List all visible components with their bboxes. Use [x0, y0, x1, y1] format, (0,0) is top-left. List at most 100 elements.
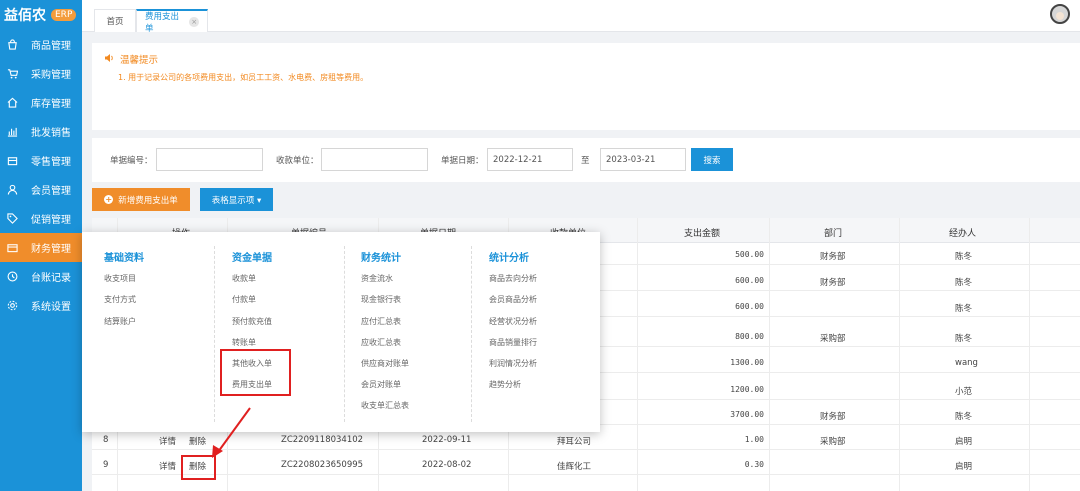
doc-no-cell: ZC2209118034102: [281, 435, 364, 445]
menu-item[interactable]: 应付汇总表: [361, 316, 401, 327]
tab-label: 首页: [106, 17, 124, 27]
handler-cell: 陈冬: [955, 334, 973, 344]
dept-cell: 财务部: [820, 252, 846, 262]
dept-cell: 采购部: [820, 437, 846, 447]
tab-label: 费用支出单: [145, 11, 180, 34]
detail-link[interactable]: 详情: [159, 435, 176, 447]
menu-item[interactable]: 付款单: [232, 294, 256, 305]
avatar[interactable]: [1050, 4, 1070, 24]
dept-cell: 财务部: [820, 412, 846, 422]
menu-item[interactable]: 现金银行表: [361, 294, 401, 305]
detail-link[interactable]: 详情: [159, 460, 176, 472]
menu-item[interactable]: 会员商品分析: [489, 294, 537, 305]
menu-item[interactable]: 资金流水: [361, 273, 393, 284]
sidebar-item-settings[interactable]: 系统设置: [0, 291, 82, 320]
to-label: 至: [581, 156, 590, 166]
handler-cell: 启明: [955, 462, 973, 472]
dept-cell: 财务部: [820, 278, 846, 288]
menu-item[interactable]: 结算账户: [104, 316, 136, 327]
date-label: 单据日期：: [441, 156, 484, 166]
tip-title: 温馨提示: [120, 55, 159, 66]
sidebar-item-wholesale[interactable]: 批发销售: [0, 117, 82, 146]
menu-item[interactable]: 收支项目: [104, 273, 136, 284]
search-panel: 单据编号： 收款单位： 单据日期： 至 搜索: [92, 138, 1080, 182]
tab-home[interactable]: 首页: [94, 9, 136, 32]
tip-panel: 温馨提示 1. 用于记录公司的各项费用支出，如员工工资、水电费、房租等费用。: [92, 43, 1080, 130]
sidebar-item-label: 批发销售: [31, 128, 71, 139]
doc-no-input[interactable]: [156, 148, 263, 171]
sidebar-item-label: 会员管理: [31, 186, 71, 197]
menu-item[interactable]: 经营状况分析: [489, 316, 537, 327]
menu-column-title: 基础资料: [104, 253, 144, 264]
menu-item[interactable]: 供应商对账单: [361, 358, 409, 369]
sidebar-item-purchase[interactable]: 采购管理: [0, 59, 82, 88]
date-from-input[interactable]: [487, 148, 573, 171]
sidebar-item-finance[interactable]: 财务管理: [0, 233, 82, 262]
menu-item[interactable]: 商品销量排行: [489, 337, 537, 348]
tag-icon: [6, 213, 18, 225]
handler-cell: 启明: [955, 437, 973, 447]
gear-icon: [6, 300, 18, 312]
handler-cell: 陈冬: [955, 304, 973, 314]
menu-item[interactable]: 利润情况分析: [489, 358, 537, 369]
highlight-box-menu: [220, 349, 291, 396]
bag-icon: [6, 39, 18, 51]
add-expense-button[interactable]: + 新增费用支出单: [92, 188, 190, 211]
chart-icon: [6, 126, 18, 138]
sidebar-item-inventory[interactable]: 库存管理: [0, 88, 82, 117]
handler-cell: 陈冬: [955, 252, 973, 262]
index-cell: 8: [103, 435, 109, 445]
menu-item[interactable]: 收款单: [232, 273, 256, 284]
sidebar-item-goods[interactable]: 商品管理: [0, 30, 82, 59]
amount-cell: 1300.00: [730, 358, 764, 367]
close-icon[interactable]: ×: [189, 16, 199, 27]
payee-label: 收款单位：: [276, 156, 319, 166]
amount-cell: 500.00: [735, 250, 764, 259]
sidebar-item-ledger[interactable]: 台账记录: [0, 262, 82, 291]
payee-input[interactable]: [321, 148, 428, 171]
doc-no-cell: ZC2208023650995: [281, 460, 364, 470]
doc-no-label: 单据编号：: [110, 156, 153, 166]
menu-column-title: 统计分析: [489, 253, 529, 264]
date-to-input[interactable]: [600, 148, 686, 171]
tip-header: 温馨提示: [104, 52, 158, 66]
menu-item[interactable]: 支付方式: [104, 294, 136, 305]
menu-item[interactable]: 转账单: [232, 337, 256, 348]
menu-column-title: 资金单据: [232, 253, 272, 264]
sidebar: 益佰农 ERP 商品管理 采购管理 库存管理 批发销售 零售管理 会员管理 促销…: [0, 0, 82, 491]
sidebar-item-label: 商品管理: [31, 41, 71, 52]
sidebar-item-label: 财务管理: [31, 244, 71, 255]
sidebar-item-retail[interactable]: 零售管理: [0, 146, 82, 175]
handler-cell: 小范: [955, 387, 973, 397]
date-cell: 2022-09-11: [422, 435, 472, 445]
menu-item[interactable]: 商品去向分析: [489, 273, 537, 284]
menu-item[interactable]: 预付款充值: [232, 316, 272, 327]
sidebar-item-label: 采购管理: [31, 70, 71, 81]
search-button[interactable]: 搜索: [691, 148, 733, 171]
tab-expense-order[interactable]: 费用支出单 ×: [136, 9, 208, 34]
payee-cell: 佳辉化工: [557, 462, 592, 472]
app-name: 益佰农: [4, 8, 46, 24]
menu-item[interactable]: 应收汇总表: [361, 337, 401, 348]
tip-text: 1. 用于记录公司的各项费用支出，如员工工资、水电费、房租等费用。: [118, 73, 369, 82]
sidebar-item-members[interactable]: 会员管理: [0, 175, 82, 204]
date-cell: 2022-08-02: [422, 460, 472, 470]
user-icon: [6, 184, 18, 196]
menu-item[interactable]: 趋势分析: [489, 379, 521, 390]
wallet-icon: [6, 242, 18, 254]
annotation-arrow-icon: [212, 407, 251, 458]
amount-cell: 600.00: [735, 276, 764, 285]
menu-item[interactable]: 会员对账单: [361, 379, 401, 390]
payee-cell: 拜耳公司: [557, 437, 592, 447]
amount-cell: 600.00: [735, 302, 764, 311]
sidebar-item-promotion[interactable]: 促销管理: [0, 204, 82, 233]
column-display-button[interactable]: 表格显示项 ▾: [200, 188, 273, 211]
amount-cell: 0.30: [744, 460, 764, 469]
sidebar-item-label: 零售管理: [31, 157, 71, 168]
sidebar-item-label: 促销管理: [31, 215, 71, 226]
amount-cell: 3700.00: [730, 410, 764, 419]
menu-item[interactable]: 收支单汇总表: [361, 400, 409, 411]
app-logo: 益佰农 ERP: [0, 0, 82, 30]
col-handler: 经办人: [949, 229, 977, 239]
index-cell: 9: [103, 460, 109, 470]
